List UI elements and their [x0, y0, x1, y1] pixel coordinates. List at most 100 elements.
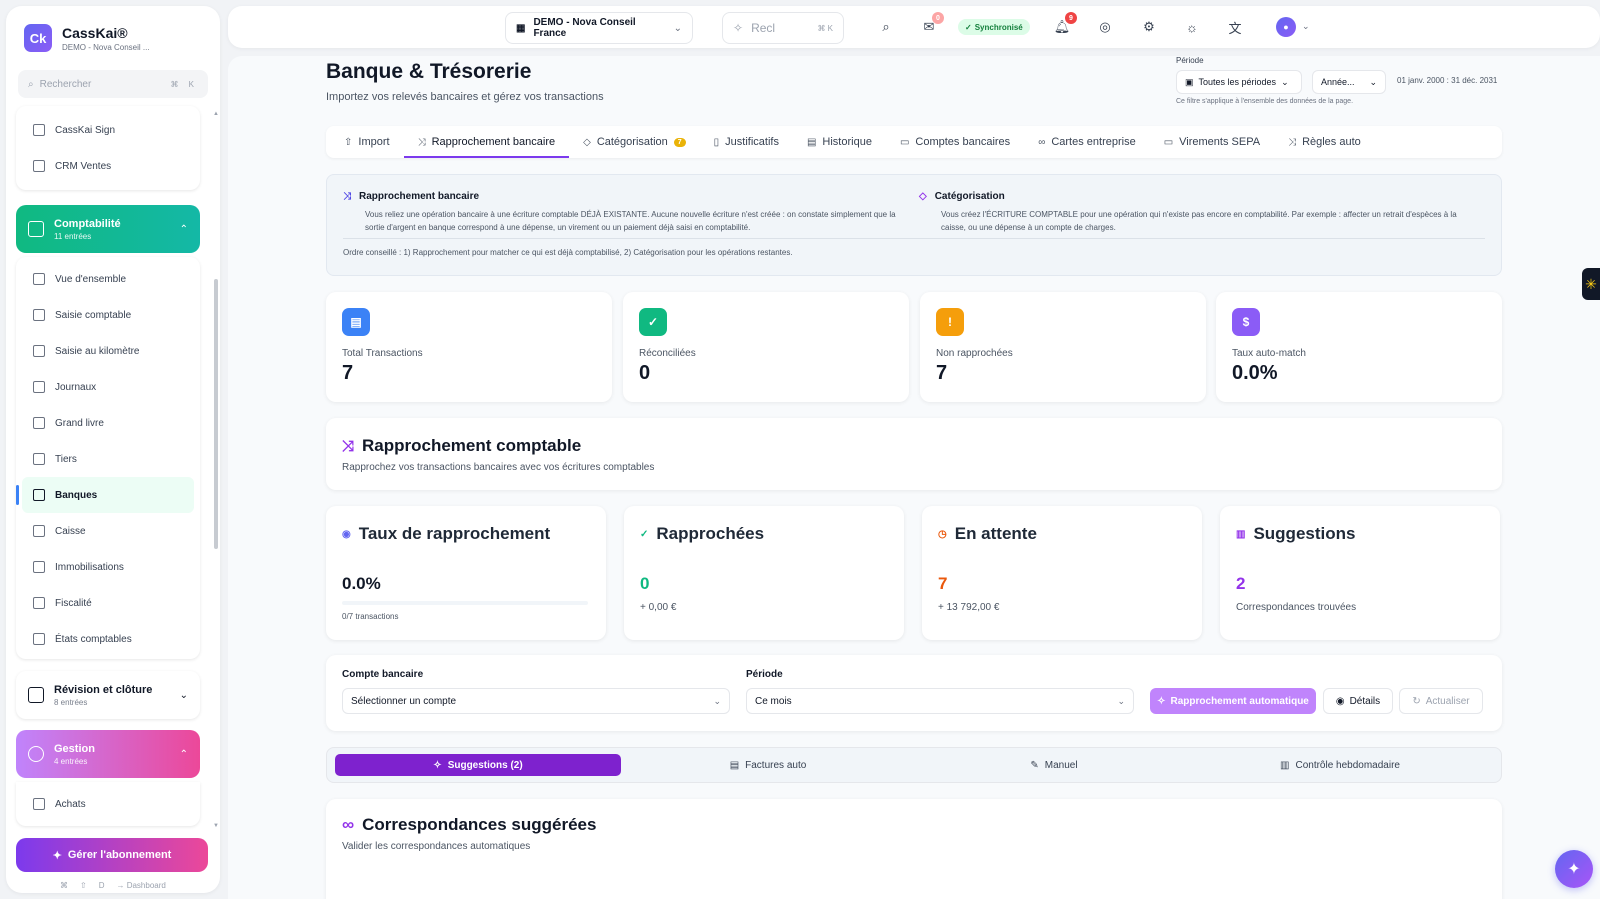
sidebar-item-caisse[interactable]: Caisse — [16, 513, 200, 549]
chevron-up-icon[interactable]: ⌃ — [180, 224, 188, 235]
details-button[interactable]: ◉ Détails — [1323, 688, 1393, 714]
manage-subscription-button[interactable]: ✦ Gérer l'abonnement — [16, 838, 208, 872]
sidebar-item-vue-ensemble[interactable]: Vue d'ensemble — [16, 261, 200, 297]
ai-assistant-button[interactable]: ✦ — [1555, 850, 1593, 888]
scroll-up-icon[interactable]: ▲ — [213, 111, 219, 117]
kpi-rapprochees: ✓ Rapprochées 0 + 0,00 € — [624, 506, 904, 640]
company-selector[interactable]: ▦ DEMO - Nova Conseil France ⌄ — [505, 12, 693, 44]
clipboard-icon — [28, 687, 44, 703]
chevron-down-icon[interactable]: ⌄ — [1302, 21, 1310, 32]
ai-command-shortcut: ⌘ K — [817, 23, 833, 33]
tab-cartes-entreprise[interactable]: ∞ Cartes entreprise — [1024, 126, 1150, 158]
stat-label: Total Transactions — [342, 348, 423, 359]
subtab-manuel[interactable]: ✎ Manuel — [911, 754, 1197, 776]
rapprochement-comptable-card: ⤨ Rapprochement comptable Rapprochez vos … — [326, 418, 1502, 490]
search-icon: ⌕ — [28, 78, 34, 90]
subtab-label: Factures auto — [745, 759, 807, 771]
gear-icon — [28, 746, 44, 762]
sidebar-item-casskai-sign[interactable]: CassKai Sign — [16, 112, 200, 148]
sidebar-item-fiscalite[interactable]: Fiscalité — [16, 585, 200, 621]
sidebar-item-crm-ventes[interactable]: CRM Ventes — [16, 148, 200, 184]
section-gestion[interactable]: Gestion 4 entrées ⌃ — [16, 730, 200, 778]
chevron-down-icon: ⌄ — [713, 695, 721, 706]
period-select[interactable]: Ce mois ⌄ — [746, 688, 1134, 714]
reconciliation-filters: Compte bancaire Sélectionner un compte ⌄… — [326, 655, 1502, 731]
section-title: Révision et clôture — [54, 683, 153, 696]
tab-categorisation[interactable]: ◇ Catégorisation 7 — [569, 126, 700, 158]
tab-rapprochement-bancaire[interactable]: ⤨ Rapprochement bancaire — [403, 126, 570, 158]
overview-icon — [33, 273, 45, 285]
kpi-sub: + 0,00 € — [640, 602, 677, 613]
page-title: Banque & Trésorerie — [326, 60, 532, 83]
tag-icon: ◇ — [919, 191, 927, 202]
kpi-title-label: En attente — [954, 524, 1037, 543]
shuffle-icon: ⤨ — [417, 136, 426, 148]
inbox-icon[interactable]: ✉ 0 — [920, 12, 944, 36]
gear-icon[interactable]: ⚙ — [1140, 18, 1158, 36]
signature-icon — [33, 124, 45, 136]
subtab-suggestions[interactable]: ✧ Suggestions (2) — [335, 754, 621, 776]
section-revision-cloture[interactable]: Révision et clôture 8 entrées ⌄ — [16, 671, 200, 719]
sidebar-item-banques[interactable]: Banques — [16, 477, 194, 513]
period-all-select[interactable]: ▣ Toutes les périodes ⌄ — [1176, 70, 1302, 94]
sidebar-item-immobilisations[interactable]: Immobilisations — [16, 549, 200, 585]
target-icon: ◉ — [342, 528, 351, 540]
section-comptabilite[interactable]: Comptabilité 11 entrées ⌃ — [16, 205, 200, 253]
bank-account-select[interactable]: Sélectionner un compte ⌄ — [342, 688, 730, 714]
subtab-factures-auto[interactable]: ▤ Factures auto — [625, 754, 911, 776]
tag-icon: ◇ — [583, 136, 591, 148]
bank-account-value: Sélectionner un compte — [351, 695, 457, 707]
sidebar-item-saisie-comptable[interactable]: Saisie comptable — [16, 297, 200, 333]
report-icon — [33, 633, 45, 645]
page-subtitle: Importez vos relevés bancaires et gérez … — [326, 91, 604, 103]
sidebar-item-saisie-kilometre[interactable]: Saisie au kilomètre — [16, 333, 200, 369]
sidebar-item-grand-livre[interactable]: Grand livre — [16, 405, 200, 441]
chevron-up-icon[interactable]: ⌃ — [180, 749, 188, 760]
tab-virements-sepa[interactable]: ▭ Virements SEPA — [1150, 126, 1274, 158]
sidebar-search-input[interactable]: ⌕ Rechercher ⌘ K — [18, 70, 208, 98]
period-year-select[interactable]: Année... ⌄ — [1312, 70, 1386, 94]
brand[interactable]: Ck CassKai® DEMO - Nova Conseil ... — [24, 24, 150, 52]
chevron-down-icon[interactable]: ⌄ — [180, 690, 188, 701]
subtab-label: Contrôle hebdomadaire — [1295, 759, 1400, 771]
tab-label: Règles auto — [1302, 136, 1361, 148]
tab-historique[interactable]: ▤ Historique — [793, 126, 886, 158]
subtab-controle-hebdomadaire[interactable]: ▥ Contrôle hebdomadaire — [1197, 754, 1483, 776]
scroll-down-icon[interactable]: ▼ — [213, 823, 219, 829]
tab-regles-auto[interactable]: ⤨ Règles auto — [1274, 126, 1375, 158]
period-value: Ce mois — [755, 695, 792, 707]
sidebar-item-journaux[interactable]: Journaux — [16, 369, 200, 405]
compass-icon[interactable]: ◎ — [1096, 18, 1114, 36]
kpi-title-label: Taux de rapprochement — [358, 524, 551, 543]
scrollbar-thumb[interactable] — [214, 279, 218, 549]
file-icon: ▯ — [713, 136, 720, 148]
search-icon[interactable]: ⌕ — [877, 18, 895, 36]
sync-status-badge: ✓ Synchronisé — [958, 19, 1030, 35]
sidebar-item-etats-comptables[interactable]: États comptables — [16, 621, 200, 657]
ai-command-input[interactable]: ✧ Recl ⌘ K — [722, 12, 844, 44]
tab-comptes-bancaires[interactable]: ▭ Comptes bancaires — [886, 126, 1024, 158]
stat-value: 7 — [936, 362, 948, 384]
side-panel-toggle[interactable]: ✳ — [1582, 268, 1600, 300]
avatar[interactable]: ● — [1276, 17, 1296, 37]
main-content: Banque & Trésorerie Importez vos relevés… — [228, 56, 1600, 899]
tab-justificatifs[interactable]: ▯ Justificatifs — [700, 126, 793, 158]
keyboard-icon — [33, 345, 45, 357]
tab-import[interactable]: ⇧ Import — [330, 126, 404, 158]
tab-badge: 7 — [673, 137, 686, 147]
refresh-button[interactable]: ↻ Actualiser — [1399, 688, 1483, 714]
info-text: Vous créez l'ÉCRITURE COMPTABLE pour une… — [941, 210, 1457, 232]
ledger-icon — [33, 417, 45, 429]
info-title-label: Catégorisation — [934, 191, 1005, 202]
sidebar-item-achats[interactable]: Achats — [16, 786, 200, 822]
sidebar-scrollbar[interactable]: ▲ ▼ — [213, 111, 219, 831]
help-info-box: ⤨ Rapprochement bancaire Vous reliez une … — [326, 174, 1502, 276]
shortcut-key: ⇧ — [80, 881, 87, 890]
progress-bar — [342, 601, 588, 605]
sidebar-item-tiers[interactable]: Tiers — [16, 441, 200, 477]
translate-icon[interactable]: 文 — [1226, 18, 1244, 36]
sidebar-shortcut-hint: ⌘ ⇧ D → Dashboard — [60, 881, 166, 890]
auto-reconcile-button[interactable]: ✧ Rapprochement automatique — [1150, 688, 1316, 714]
bell-icon[interactable]: 🔔︎ 9 — [1053, 12, 1077, 36]
sun-icon[interactable]: ☼ — [1183, 18, 1201, 36]
